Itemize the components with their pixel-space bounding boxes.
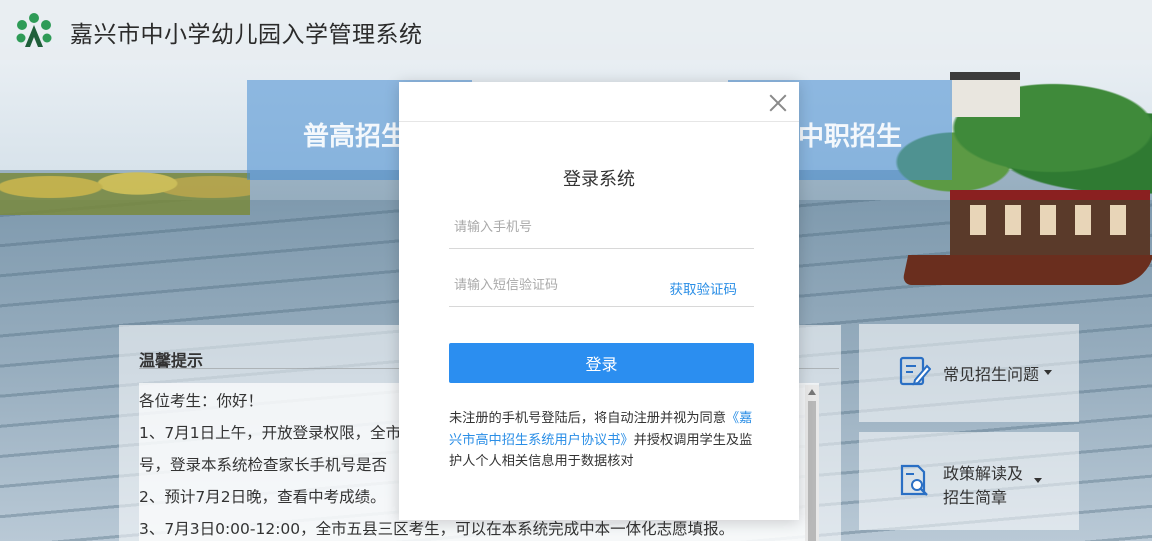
- notice-line: 2、预计7月2日晚，查看中考成绩。: [139, 488, 386, 506]
- document-search-icon: [900, 464, 928, 496]
- chevron-down-icon: [1044, 370, 1052, 375]
- tile-label: 中职招生: [798, 122, 903, 152]
- notice-scrollbar[interactable]: [805, 385, 819, 541]
- pavilion: [950, 72, 1020, 117]
- tile-label: 普高招生: [303, 122, 408, 152]
- boat-window: [1075, 205, 1091, 235]
- red-boat-image: [895, 170, 1152, 300]
- school-logo-icon: [16, 13, 52, 47]
- scroll-up-arrow-icon[interactable]: [808, 389, 816, 395]
- notice-line: 号，登录本系统检查家长手机号是否: [139, 456, 388, 474]
- login-button[interactable]: 登录: [449, 343, 754, 383]
- notice-line: 各位考生：你好！: [139, 392, 264, 410]
- boat-hull: [901, 255, 1152, 285]
- policy-label-line2: 招生简章: [943, 488, 1008, 507]
- login-modal: 登录系统 获取验证码 登录 未注册的手机号登陆后，将自动注册并视为同意《嘉兴市高…: [399, 82, 799, 520]
- modal-divider: [399, 121, 799, 122]
- notice-line: 1、7月1日上午，开放登录权限，全市: [139, 424, 402, 442]
- policy-label-line1: 政策解读及: [943, 464, 1024, 483]
- sms-code-field: 获取验证码: [449, 265, 754, 307]
- agreement-text: 未注册的手机号登陆后，将自动注册并视为同意《嘉兴市高中招生系统用户协议书》并授权…: [449, 408, 754, 473]
- policy-card[interactable]: 政策解读及 招生简章: [859, 432, 1079, 530]
- faq-label: 常见招生问题: [943, 365, 1040, 384]
- scrollbar-thumb[interactable]: [808, 401, 816, 541]
- phone-input[interactable]: [449, 207, 754, 248]
- agreement-prefix: 未注册的手机号登陆后，将自动注册并视为同意: [449, 411, 726, 426]
- edit-document-icon: [899, 356, 931, 386]
- top-header: 嘉兴市中小学幼儿园入学管理系统: [0, 0, 1152, 60]
- faq-card[interactable]: 常见招生问题: [859, 324, 1079, 422]
- boat-window: [1040, 205, 1056, 235]
- app-title: 嘉兴市中小学幼儿园入学管理系统: [70, 22, 423, 48]
- modal-title: 登录系统: [563, 169, 635, 190]
- boat-window: [1005, 205, 1021, 235]
- chevron-down-icon: [1034, 478, 1042, 483]
- get-code-button[interactable]: 获取验证码: [670, 278, 738, 298]
- sms-code-input[interactable]: [449, 265, 649, 306]
- boat-window: [970, 205, 986, 235]
- boat-window: [1110, 205, 1126, 235]
- close-icon[interactable]: [769, 94, 787, 112]
- phone-field: [449, 207, 754, 249]
- trees-left: [0, 145, 250, 215]
- notice-line: 3、7月3日0:00-12:00，全市五县三区考生，可以在本系统完成中本一体化志…: [139, 520, 735, 538]
